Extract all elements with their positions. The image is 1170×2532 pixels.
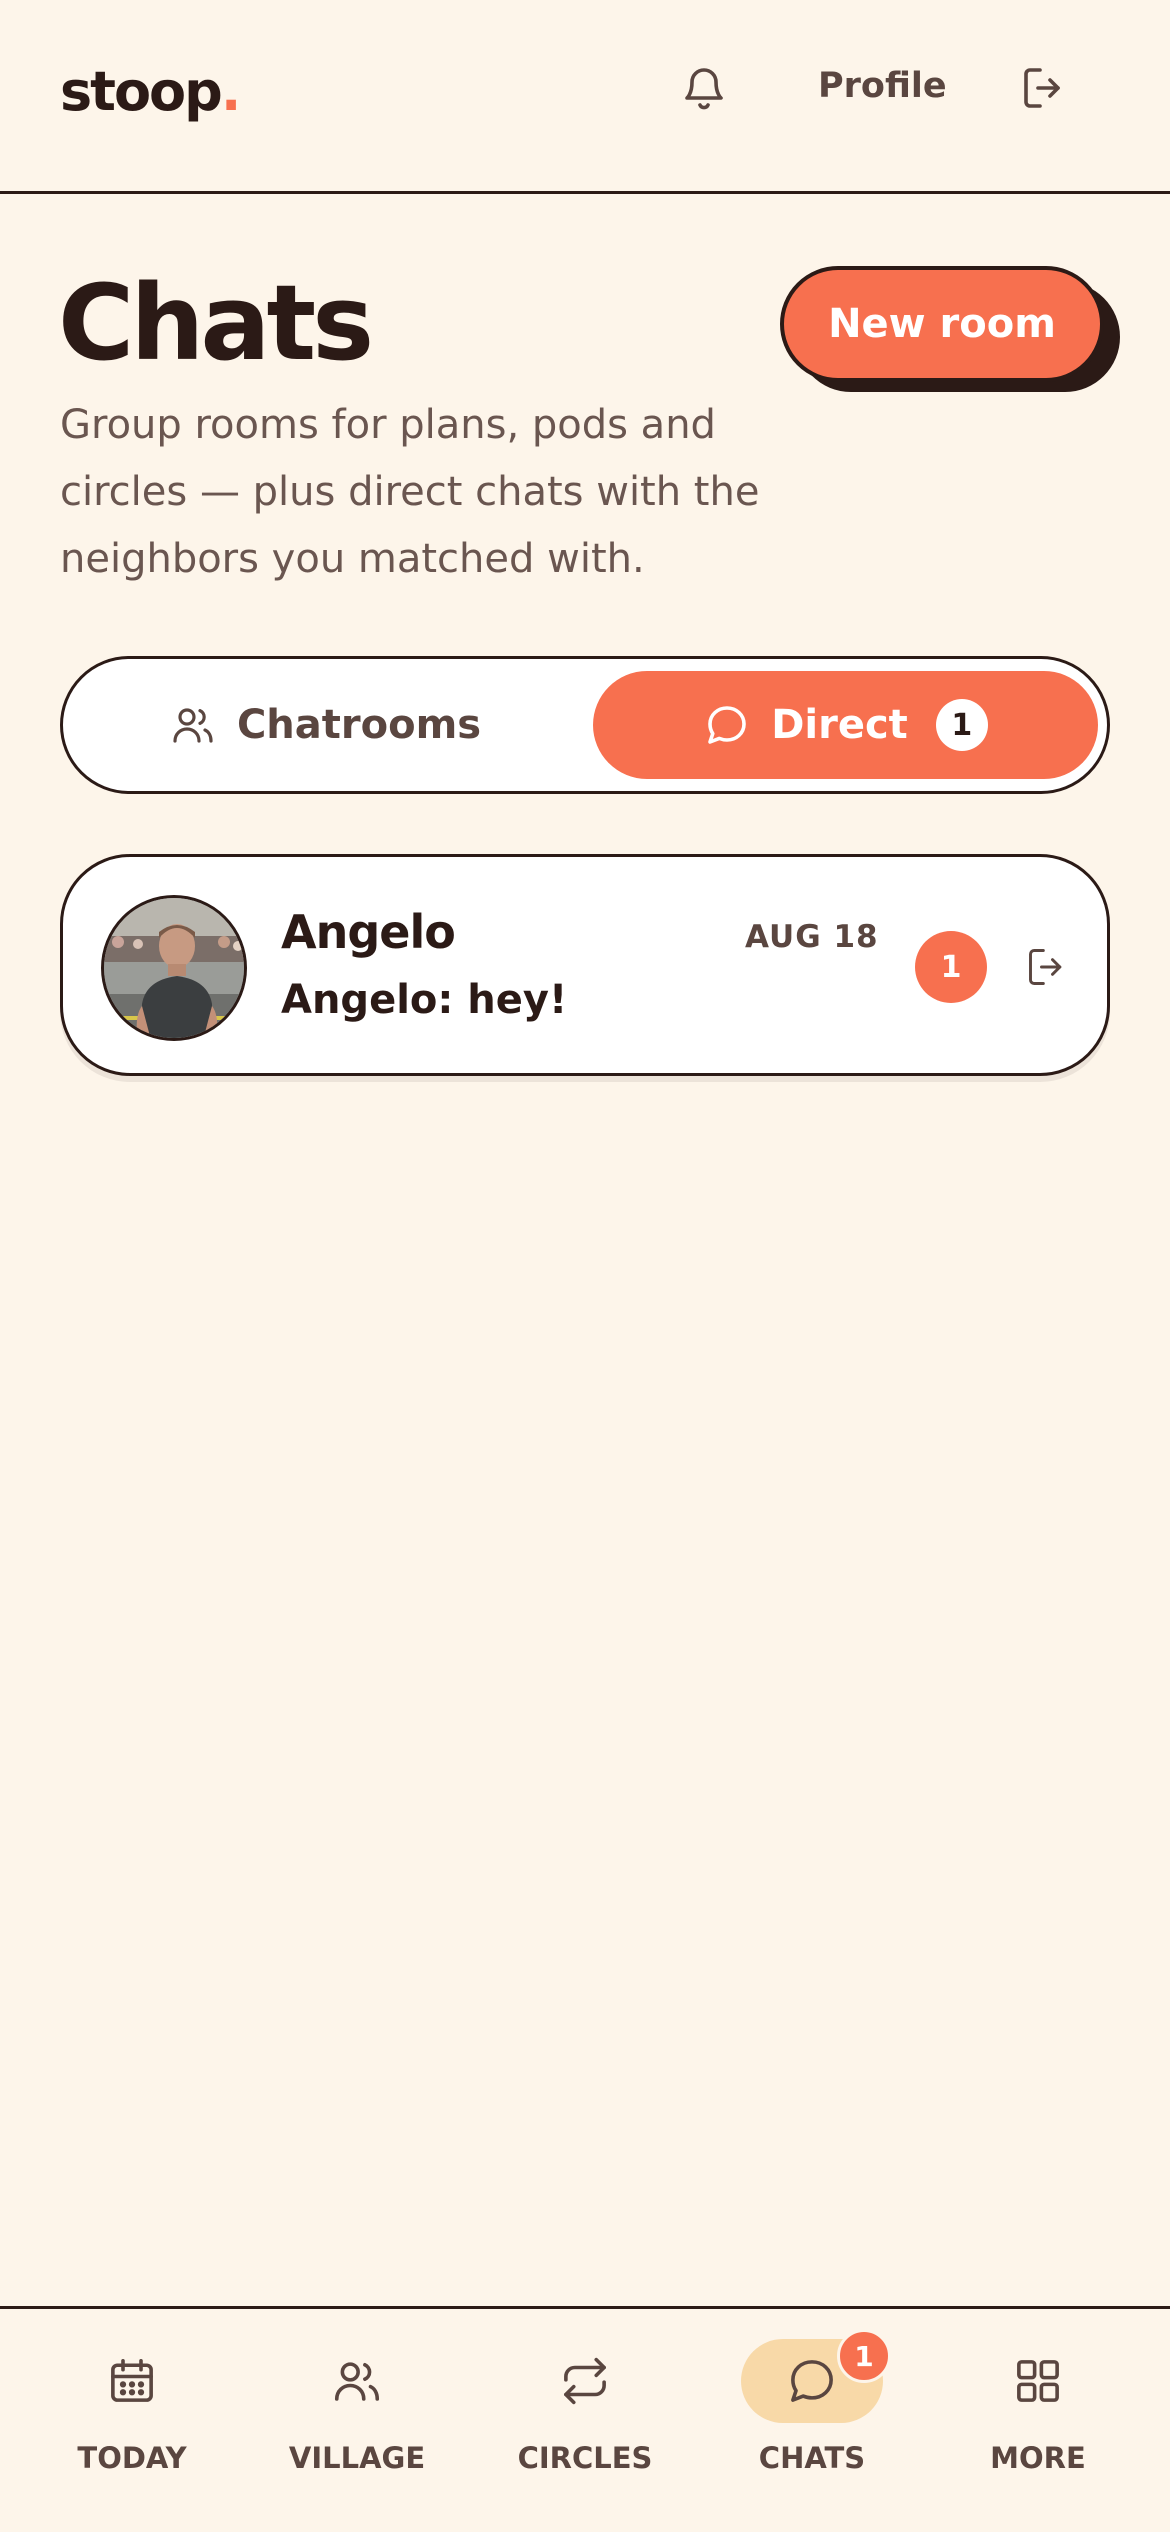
chat-preview-text: Angelo: hey!: [281, 977, 568, 1023]
nav-chats-label: CHATS: [758, 2441, 866, 2475]
nav-village-label: VILLAGE: [288, 2441, 426, 2475]
tab-chatrooms[interactable]: Chatrooms: [75, 671, 575, 779]
repeat-icon: [564, 2357, 606, 2405]
page-title: Chats: [58, 262, 374, 384]
nav-more-icon-wrap: [967, 2339, 1109, 2423]
logo[interactable]: stoop.: [60, 60, 241, 123]
nav-today[interactable]: TODAY: [32, 2339, 232, 2509]
logout-icon[interactable]: [1020, 64, 1068, 112]
new-room-wrapper: New room: [780, 266, 1120, 392]
top-bar: stoop. Profile: [0, 0, 1170, 194]
tab-chatrooms-label: Chatrooms: [236, 702, 482, 748]
page-subtitle: Group rooms for plans, pods and circles …: [60, 402, 760, 582]
chat-bubble-icon: [791, 2360, 833, 2402]
new-room-button[interactable]: New room: [780, 266, 1104, 382]
nav-more-label: MORE: [990, 2441, 1086, 2475]
nav-chats-icon-wrap: 1: [741, 2329, 891, 2423]
chat-type-tabs: Chatrooms Direct 1: [60, 656, 1110, 794]
tab-direct-label: Direct: [771, 702, 908, 748]
nav-today-label: TODAY: [77, 2441, 187, 2475]
nav-circles-icon-wrap: [514, 2339, 656, 2423]
chat-timestamp: AUG 18: [745, 919, 879, 955]
calendar-icon: [111, 2358, 153, 2402]
leave-chat-icon[interactable]: [1025, 945, 1069, 989]
people-icon: [173, 708, 213, 743]
nav-circles[interactable]: CIRCLES: [485, 2339, 685, 2509]
nav-village-icon-wrap: [286, 2339, 428, 2423]
logo-dot: .: [220, 60, 241, 123]
bell-icon[interactable]: [680, 62, 728, 114]
logo-text: stoop: [60, 60, 223, 123]
bottom-nav: TODAY VILLAGE CIRCLES 1 CHATS MORE: [0, 2306, 1170, 2532]
direct-count-badge: 1: [935, 699, 988, 751]
nav-circles-label: CIRCLES: [517, 2441, 653, 2475]
grid-icon: [1017, 2360, 1059, 2402]
chat-last-message: Angelo: hey!: [281, 977, 567, 1023]
chat-bubble-icon: [708, 706, 746, 744]
profile-link[interactable]: Profile: [818, 66, 947, 106]
tab-direct[interactable]: Direct 1: [593, 671, 1098, 779]
nav-chats-badge: 1: [837, 2329, 891, 2383]
unread-badge: 1: [915, 931, 987, 1003]
nav-more[interactable]: MORE: [938, 2339, 1138, 2509]
chat-list-item[interactable]: Angelo Angelo: hey! AUG 18 1: [60, 854, 1110, 1076]
avatar: [101, 895, 247, 1041]
nav-today-icon-wrap: [61, 2339, 203, 2423]
chat-contact-name: Angelo: [281, 905, 456, 959]
nav-chats[interactable]: 1 CHATS: [712, 2329, 912, 2509]
nav-village[interactable]: VILLAGE: [257, 2339, 457, 2509]
people-icon: [334, 2362, 380, 2401]
avatar-photo: [104, 898, 244, 1038]
